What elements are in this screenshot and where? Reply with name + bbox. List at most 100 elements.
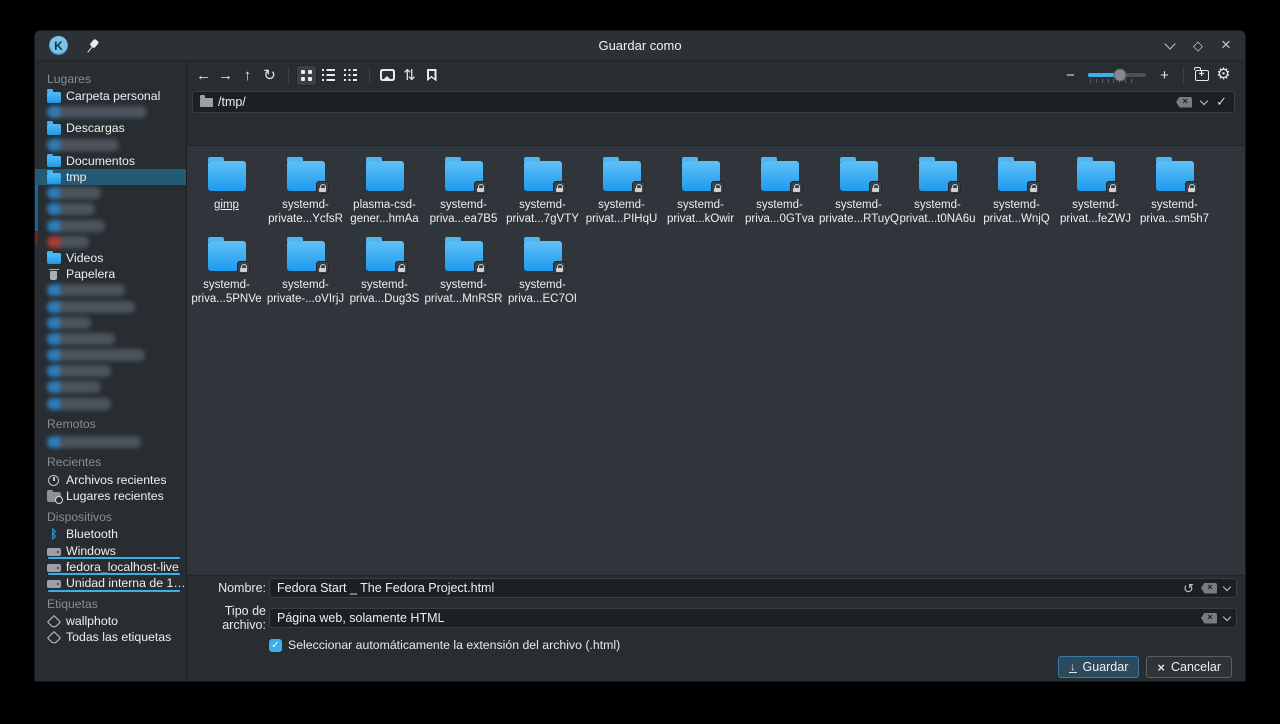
folder-item[interactable]: systemd- privat...t0NA6u xyxy=(898,157,977,227)
sidebar-item[interactable]: Papelera xyxy=(35,266,186,282)
settings-button[interactable]: ⚙ xyxy=(1213,65,1234,86)
zoom-out-button[interactable]: − xyxy=(1060,65,1081,86)
sidebar-item[interactable] xyxy=(35,363,186,379)
sidebar-item[interactable]: wallphoto xyxy=(35,613,186,629)
folder-item[interactable]: systemd- priva...5PNVe xyxy=(187,237,266,307)
folder-icon xyxy=(200,98,213,107)
sidebar-item[interactable] xyxy=(35,396,186,412)
close-button[interactable]: × xyxy=(1215,35,1237,57)
sidebar-item[interactable]: Documentos xyxy=(35,153,186,169)
sidebar-item[interactable]: Windows xyxy=(35,543,186,559)
chevron-down-icon[interactable] xyxy=(1223,612,1231,620)
folder-item[interactable]: systemd- privat...feZWJ xyxy=(1056,157,1135,227)
sidebar-item-icon xyxy=(47,615,61,628)
sidebar-item[interactable]: Bluetooth xyxy=(35,526,186,542)
filetype-combobox[interactable]: Página web, solamente HTML xyxy=(269,608,1237,628)
chevron-down-icon[interactable] xyxy=(1200,96,1208,104)
pin-icon[interactable] xyxy=(78,33,103,58)
app-icon[interactable]: K xyxy=(49,36,68,55)
folder-item[interactable]: gimp xyxy=(187,157,266,227)
lock-emblem-icon xyxy=(553,261,566,274)
folder-item[interactable]: systemd- privat...kOwir xyxy=(661,157,740,227)
folder-item[interactable]: systemd- priva...0GTva xyxy=(740,157,819,227)
sidebar-item[interactable] xyxy=(35,234,186,250)
folder-item[interactable]: systemd- privat...7gVTY xyxy=(503,157,582,227)
sidebar-item[interactable]: Carpeta personal xyxy=(35,88,186,104)
sidebar-item[interactable] xyxy=(35,298,186,314)
sidebar-item-label: Etiquetas xyxy=(47,597,98,611)
sidebar-item[interactable]: fedora_localhost-live xyxy=(35,559,186,575)
forward-button[interactable]: → xyxy=(215,65,236,86)
sidebar-item[interactable] xyxy=(35,347,186,363)
confirm-location-icon[interactable]: ✓ xyxy=(1216,94,1227,110)
folder-item[interactable]: systemd- priva...Dug3S xyxy=(345,237,424,307)
sidebar-item[interactable]: Descargas xyxy=(35,120,186,136)
details-view-button[interactable] xyxy=(340,65,361,86)
save-button[interactable]: ↓ Guardar xyxy=(1058,656,1139,678)
zoom-slider[interactable] xyxy=(1088,73,1146,77)
sidebar-item[interactable]: Lugares xyxy=(35,69,186,88)
folder-item[interactable]: systemd- priva...sm5h7 xyxy=(1135,157,1214,227)
reload-button[interactable]: ↻ xyxy=(259,65,280,86)
preview-button[interactable] xyxy=(377,65,398,86)
cancel-button[interactable]: × Cancelar xyxy=(1146,656,1232,678)
sidebar-item-label: Documentos xyxy=(66,154,135,168)
folder-item[interactable]: systemd- private...YcfsR xyxy=(266,157,345,227)
sidebar-item[interactable]: Unidad interna de 1,0 Gi... xyxy=(35,575,186,591)
sidebar-item[interactable] xyxy=(35,434,186,450)
chevron-down-icon[interactable] xyxy=(1223,582,1231,590)
folder-item[interactable]: systemd- privat...PIHqU xyxy=(582,157,661,227)
new-folder-button[interactable] xyxy=(1191,65,1212,86)
undo-icon[interactable]: ↺ xyxy=(1183,582,1194,595)
sidebar-item[interactable]: Lugares recientes xyxy=(35,488,186,504)
zoom-slider-handle[interactable] xyxy=(1113,69,1126,82)
sidebar-item[interactable]: Archivos recientes xyxy=(35,472,186,488)
lock-emblem-icon xyxy=(316,261,329,274)
lock-emblem-icon xyxy=(553,181,566,194)
up-button[interactable]: ↑ xyxy=(237,65,258,86)
clear-location-icon[interactable] xyxy=(1176,97,1192,108)
location-bar[interactable]: /tmp/ ✓ xyxy=(192,91,1235,113)
sidebar-item-label: Lugares recientes xyxy=(66,489,164,503)
sidebar-item[interactable] xyxy=(35,137,186,153)
sidebar-item-label: fedora_localhost-live xyxy=(66,560,179,574)
bookmark-button[interactable] xyxy=(421,65,442,86)
zoom-in-button[interactable]: + xyxy=(1154,65,1175,86)
sidebar-item[interactable] xyxy=(35,185,186,201)
sidebar-item-icon xyxy=(47,92,61,103)
sidebar-item[interactable] xyxy=(35,201,186,217)
sidebar-item[interactable] xyxy=(35,282,186,298)
auto-extension-checkbox[interactable]: ✓ xyxy=(269,639,282,652)
clear-name-icon[interactable] xyxy=(1201,583,1217,594)
sidebar-item[interactable]: Etiquetas xyxy=(35,594,186,613)
back-button[interactable]: ← xyxy=(193,65,214,86)
folder-item[interactable]: systemd- priva...EC7OI xyxy=(503,237,582,307)
lock-emblem-icon xyxy=(237,261,250,274)
folder-item[interactable]: plasma-csd- gener...hmAa xyxy=(345,157,424,227)
icons-view-button[interactable] xyxy=(296,65,317,86)
folder-icon xyxy=(1077,161,1115,191)
folder-item[interactable]: systemd- privat...WnjQ xyxy=(977,157,1056,227)
folder-item[interactable]: systemd- private-...oVIrjJ xyxy=(266,237,345,307)
sidebar-item[interactable] xyxy=(35,379,186,395)
folder-item[interactable]: systemd- privat...MnRSR xyxy=(424,237,503,307)
sidebar-item[interactable] xyxy=(35,104,186,120)
filename-input[interactable] xyxy=(277,581,1178,595)
minimize-button[interactable] xyxy=(1159,35,1181,57)
folder-item[interactable]: systemd- private...RTuyQ xyxy=(819,157,898,227)
sidebar-item[interactable]: Remotos xyxy=(35,415,186,434)
sidebar-item[interactable] xyxy=(35,331,186,347)
sidebar-item[interactable]: tmp xyxy=(35,169,186,185)
maximize-button[interactable]: ◇ xyxy=(1187,35,1209,57)
sidebar-item[interactable]: Todas las etiquetas xyxy=(35,629,186,645)
sidebar-item[interactable] xyxy=(35,218,186,234)
folder-item[interactable]: systemd- priva...ea7B5 xyxy=(424,157,503,227)
sidebar-item[interactable]: Dispositivos xyxy=(35,507,186,526)
clear-type-icon[interactable] xyxy=(1201,613,1217,624)
list-view-button[interactable] xyxy=(318,65,339,86)
sidebar-item[interactable]: Videos xyxy=(35,250,186,266)
sort-button[interactable]: ⇅ xyxy=(399,65,420,86)
sidebar-item[interactable] xyxy=(35,315,186,331)
sidebar-item[interactable]: Recientes xyxy=(35,453,186,472)
folder-name: systemd- priva...EC7OI xyxy=(503,279,582,307)
